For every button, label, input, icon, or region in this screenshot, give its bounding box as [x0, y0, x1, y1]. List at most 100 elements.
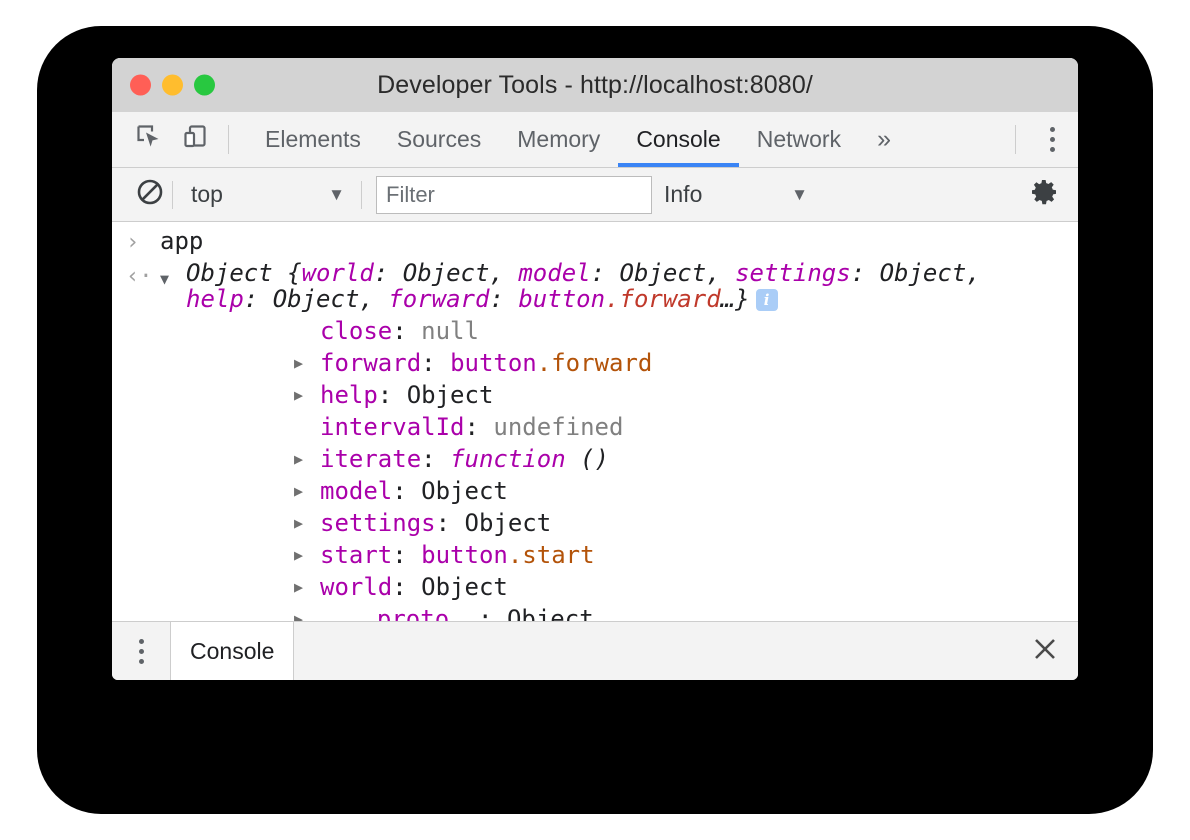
expand-triangle-icon[interactable]	[294, 578, 320, 596]
expand-triangle-icon[interactable]	[294, 546, 320, 564]
tab-console-label: Console	[636, 126, 720, 153]
result-disclosure-triangle[interactable]	[160, 261, 186, 288]
gear-icon	[1028, 176, 1060, 213]
property-row[interactable]: help: Object	[112, 379, 1078, 411]
filter-input[interactable]	[376, 176, 652, 214]
property-key: intervalId	[320, 413, 465, 441]
property-key: forward	[320, 349, 421, 377]
property-row[interactable]: settings: Object	[112, 507, 1078, 539]
property-key: __proto__	[348, 605, 478, 621]
tab-sources[interactable]: Sources	[379, 112, 499, 167]
property-value: null	[421, 317, 479, 345]
expand-triangle-icon[interactable]	[294, 514, 320, 532]
object-preview[interactable]: Object {world: Object, model: Object, se…	[186, 261, 1012, 312]
log-level-value: Info	[664, 181, 702, 208]
minimize-window-button[interactable]	[162, 75, 183, 96]
close-window-button[interactable]	[130, 75, 151, 96]
property-row[interactable]: start: button.start	[112, 539, 1078, 571]
preview-part-9: forward	[388, 285, 489, 313]
property-colon: :	[436, 509, 465, 537]
property-row[interactable]: model: Object	[112, 475, 1078, 507]
expand-triangle-icon[interactable]	[294, 354, 320, 372]
chevron-down-icon: ▼	[328, 185, 345, 205]
chevron-double-right-icon: »	[877, 125, 891, 154]
property-colon: :	[392, 573, 421, 601]
window-traffic-lights	[130, 75, 215, 96]
drawer-close-button[interactable]	[1012, 622, 1078, 680]
window-titlebar: Developer Tools - http://localhost:8080/	[112, 58, 1078, 112]
expand-triangle-icon[interactable]	[294, 482, 320, 500]
property-key: help	[320, 381, 378, 409]
property-value: Object	[407, 381, 494, 409]
tabbar-right-group	[1005, 112, 1078, 167]
property-row[interactable]: iterate: function ()	[112, 443, 1078, 475]
info-badge-icon[interactable]: i	[756, 289, 778, 311]
inspect-element-button[interactable]	[126, 112, 172, 167]
tabbar-divider-2	[1015, 125, 1016, 154]
drawer-menu-button[interactable]	[112, 622, 170, 680]
property-value-namespace: button	[450, 349, 537, 377]
console-toolbar: top ▼ Info ▼	[112, 168, 1078, 222]
property-value: undefined	[493, 413, 623, 441]
kebab-dot-2	[1050, 137, 1055, 142]
tab-elements[interactable]: Elements	[247, 112, 379, 167]
property-value-function-args: ()	[566, 445, 609, 473]
devtools-window: Developer Tools - http://localhost:8080/	[112, 58, 1078, 680]
property-row[interactable]: intervalId: undefined	[112, 411, 1078, 443]
console-settings-button[interactable]	[1028, 176, 1060, 213]
preview-part-11: button	[518, 285, 605, 313]
preview-part-10: :	[489, 285, 518, 313]
toolbar-divider-1	[172, 181, 173, 209]
tab-sources-label: Sources	[397, 126, 481, 153]
preview-part-13: …}	[721, 285, 750, 313]
console-result-row: ‹· Object {world: Object, model: Object,…	[112, 259, 1078, 312]
preview-part-5: settings	[735, 259, 851, 287]
property-key: start	[320, 541, 392, 569]
device-toolbar-button[interactable]	[172, 112, 218, 167]
preview-part-7: help	[186, 285, 244, 313]
tab-memory[interactable]: Memory	[499, 112, 618, 167]
expand-triangle-icon[interactable]	[294, 610, 320, 621]
log-level-selector[interactable]: Info ▼	[664, 181, 824, 208]
tab-elements-label: Elements	[265, 126, 361, 153]
tab-network[interactable]: Network	[739, 112, 859, 167]
property-colon: :	[465, 413, 494, 441]
maximize-window-button[interactable]	[194, 75, 215, 96]
tab-console[interactable]: Console	[618, 112, 738, 167]
inspect-element-icon	[135, 123, 163, 156]
main-menu-button[interactable]	[1026, 112, 1078, 167]
tabbar-divider-1	[228, 125, 229, 154]
preview-part-1: world	[302, 259, 374, 287]
property-value-constructor: .start	[508, 541, 595, 569]
preview-part-12: .forward	[605, 285, 721, 313]
property-value-namespace: button	[421, 541, 508, 569]
console-input-row: › app	[112, 222, 1078, 259]
more-tabs-button[interactable]: »	[859, 112, 909, 167]
kebab-dot-3	[1050, 147, 1055, 152]
preview-part-8: : Object,	[244, 285, 389, 313]
console-output[interactable]: › app ‹· Object {world: Object, model: O…	[112, 222, 1078, 621]
property-row[interactable]: world: Object	[112, 571, 1078, 603]
drawer-tab-console[interactable]: Console	[170, 622, 294, 680]
execution-context-selector[interactable]: top ▼	[191, 181, 361, 208]
preview-part-6: : Object,	[851, 259, 981, 287]
expand-triangle-icon[interactable]	[294, 450, 320, 468]
property-value: Object	[421, 573, 508, 601]
property-colon: :	[378, 381, 407, 409]
property-key: settings	[320, 509, 436, 537]
property-value: Object	[421, 477, 508, 505]
property-key: close	[320, 317, 392, 345]
tab-network-label: Network	[757, 126, 841, 153]
execution-context-value: top	[191, 181, 223, 208]
expand-triangle-icon[interactable]	[294, 386, 320, 404]
toolbar-divider-2	[361, 181, 362, 209]
kebab-menu-icon	[139, 639, 144, 644]
preview-part-0: Object {	[186, 259, 302, 287]
property-key: iterate	[320, 445, 421, 473]
clear-console-button[interactable]	[128, 177, 172, 212]
close-icon	[1030, 634, 1060, 669]
preview-part-2: : Object,	[374, 259, 519, 287]
property-row[interactable]: close: null	[112, 315, 1078, 347]
property-row[interactable]: __proto__: Object	[112, 603, 1078, 621]
property-row[interactable]: forward: button.forward	[112, 347, 1078, 379]
